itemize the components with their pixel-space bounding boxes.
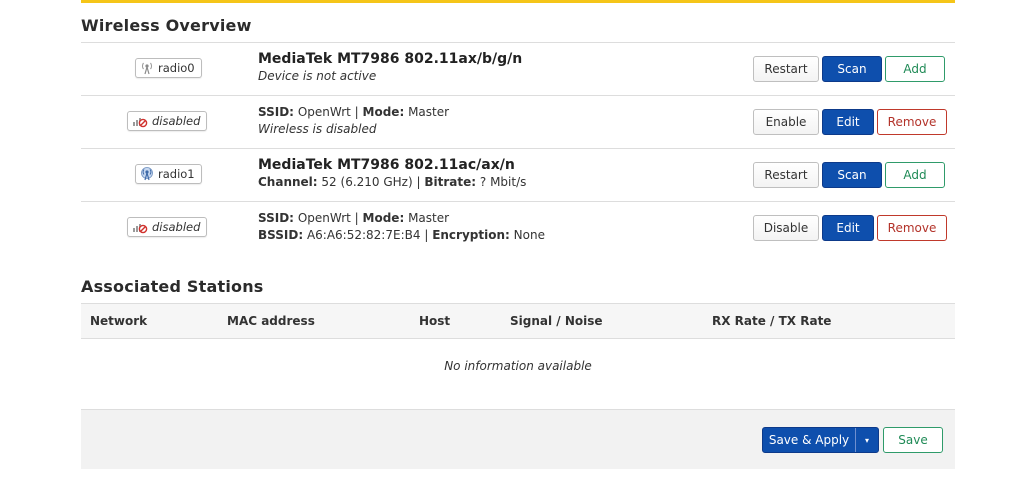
wifi-disabled-icon (133, 224, 148, 234)
channel-value: 52 (6.210 GHz) (321, 175, 413, 189)
radio0-scan-button[interactable]: Scan (822, 56, 882, 82)
radio0-badge: radio0 (135, 58, 202, 78)
channel-label: Channel: (258, 175, 318, 189)
radio1-row: radio1 MediaTek MT7986 802.11ac/ax/n Cha… (81, 148, 955, 201)
save-button[interactable]: Save (883, 427, 943, 453)
radio1-network-badge: disabled (127, 217, 208, 237)
page-actions-footer: Save & Apply ▾ Save (81, 409, 955, 469)
ssid-value: OpenWrt (297, 105, 351, 119)
radio0-restart-button[interactable]: Restart (753, 56, 819, 82)
radio0-network-remove-button[interactable]: Remove (877, 109, 947, 135)
bssid-label: BSSID: (258, 228, 304, 242)
radio1-title: MediaTek MT7986 802.11ac/ax/n (258, 157, 515, 173)
mode-value: Master (408, 211, 450, 225)
radio0-actions: Restart Scan Add (753, 56, 945, 82)
column-network: Network (90, 314, 148, 328)
separator: | (354, 211, 359, 225)
radio1-network-edit-button[interactable]: Edit (822, 215, 874, 241)
stations-table-header: Network MAC address Host Signal / Noise … (81, 303, 955, 339)
radio0-network-badge-label: disabled (152, 114, 201, 128)
accent-top-bar (81, 0, 955, 3)
radio0-network-actions: Enable Edit Remove (753, 109, 947, 135)
bitrate-label: Bitrate: (424, 175, 477, 189)
separator: | (354, 105, 359, 119)
mode-label: Mode: (362, 211, 405, 225)
radio1-network-ssid-line: SSID: OpenWrt | Mode: Master (258, 210, 545, 227)
radio0-network-status: Wireless is disabled (258, 122, 377, 136)
radio-antenna-icon (141, 167, 153, 181)
ssid-label: SSID: (258, 105, 294, 119)
mode-value: Master (408, 105, 450, 119)
radio0-network-row: disabled SSID: OpenWrt | Mode: Master Wi… (81, 95, 955, 148)
radio0-network-edit-button[interactable]: Edit (822, 109, 874, 135)
radio1-actions: Restart Scan Add (753, 162, 945, 188)
ssid-label: SSID: (258, 211, 294, 225)
save-apply-button[interactable]: Save & Apply (763, 428, 855, 452)
radio0-status: Device is not active (258, 69, 377, 83)
radio1-network-badge-label: disabled (152, 220, 201, 234)
radio1-network-info: SSID: OpenWrt | Mode: Master BSSID: A6:A… (258, 210, 545, 244)
disable-button[interactable]: Disable (753, 215, 819, 241)
radio1-channel-line: Channel: 52 (6.210 GHz) | Bitrate: ? Mbi… (258, 174, 526, 191)
radio0-row: radio0 MediaTek MT7986 802.11ax/b/g/n De… (81, 42, 955, 95)
radio1-info: MediaTek MT7986 802.11ac/ax/n Channel: 5… (258, 157, 526, 191)
separator: | (416, 175, 421, 189)
bssid-value: A6:A6:52:82:7E:B4 (306, 228, 421, 242)
chevron-down-icon: ▾ (864, 435, 869, 445)
radio1-restart-button[interactable]: Restart (753, 162, 819, 188)
radio0-badge-label: radio0 (158, 61, 195, 75)
radio1-scan-button[interactable]: Scan (822, 162, 882, 188)
save-apply-dropdown-toggle[interactable]: ▾ (855, 428, 878, 452)
radio1-badge: radio1 (135, 164, 202, 184)
radio1-network-actions: Disable Edit Remove (753, 215, 947, 241)
column-rx-tx-rate: RX Rate / TX Rate (712, 314, 832, 328)
radio0-add-button[interactable]: Add (885, 56, 945, 82)
encryption-label: Encryption: (432, 228, 510, 242)
mode-label: Mode: (362, 105, 405, 119)
enable-button[interactable]: Enable (753, 109, 819, 135)
separator: | (424, 228, 429, 242)
radio1-add-button[interactable]: Add (885, 162, 945, 188)
wireless-overview-table: radio0 MediaTek MT7986 802.11ax/b/g/n De… (81, 42, 955, 254)
radio1-network-row: disabled SSID: OpenWrt | Mode: Master BS… (81, 201, 955, 254)
wifi-disabled-icon (133, 118, 148, 128)
column-host: Host (419, 314, 451, 328)
wireless-overview-heading: Wireless Overview (81, 16, 252, 35)
associated-stations-table: Network MAC address Host Signal / Noise … (81, 303, 955, 395)
stations-empty-row: No information available (81, 339, 955, 395)
bitrate-value: ? Mbit/s (479, 175, 527, 189)
radio0-network-ssid-line: SSID: OpenWrt | Mode: Master (258, 104, 449, 121)
save-apply-button-group: Save & Apply ▾ (762, 427, 879, 453)
radio0-title: MediaTek MT7986 802.11ax/b/g/n (258, 51, 523, 67)
ssid-value: OpenWrt (297, 211, 351, 225)
associated-stations-heading: Associated Stations (81, 277, 264, 296)
encryption-value: None (513, 228, 545, 242)
radio0-info: MediaTek MT7986 802.11ax/b/g/n Device is… (258, 51, 522, 85)
radio1-network-bssid-line: BSSID: A6:A6:52:82:7E:B4 | Encryption: N… (258, 227, 545, 244)
radio1-network-remove-button[interactable]: Remove (877, 215, 947, 241)
no-information-text: No information available (444, 359, 592, 373)
radio-antenna-icon (141, 62, 153, 75)
column-signal-noise: Signal / Noise (510, 314, 603, 328)
radio1-badge-label: radio1 (158, 167, 195, 181)
column-mac-address: MAC address (227, 314, 315, 328)
radio0-network-badge: disabled (127, 111, 208, 131)
radio0-network-info: SSID: OpenWrt | Mode: Master Wireless is… (258, 104, 449, 138)
